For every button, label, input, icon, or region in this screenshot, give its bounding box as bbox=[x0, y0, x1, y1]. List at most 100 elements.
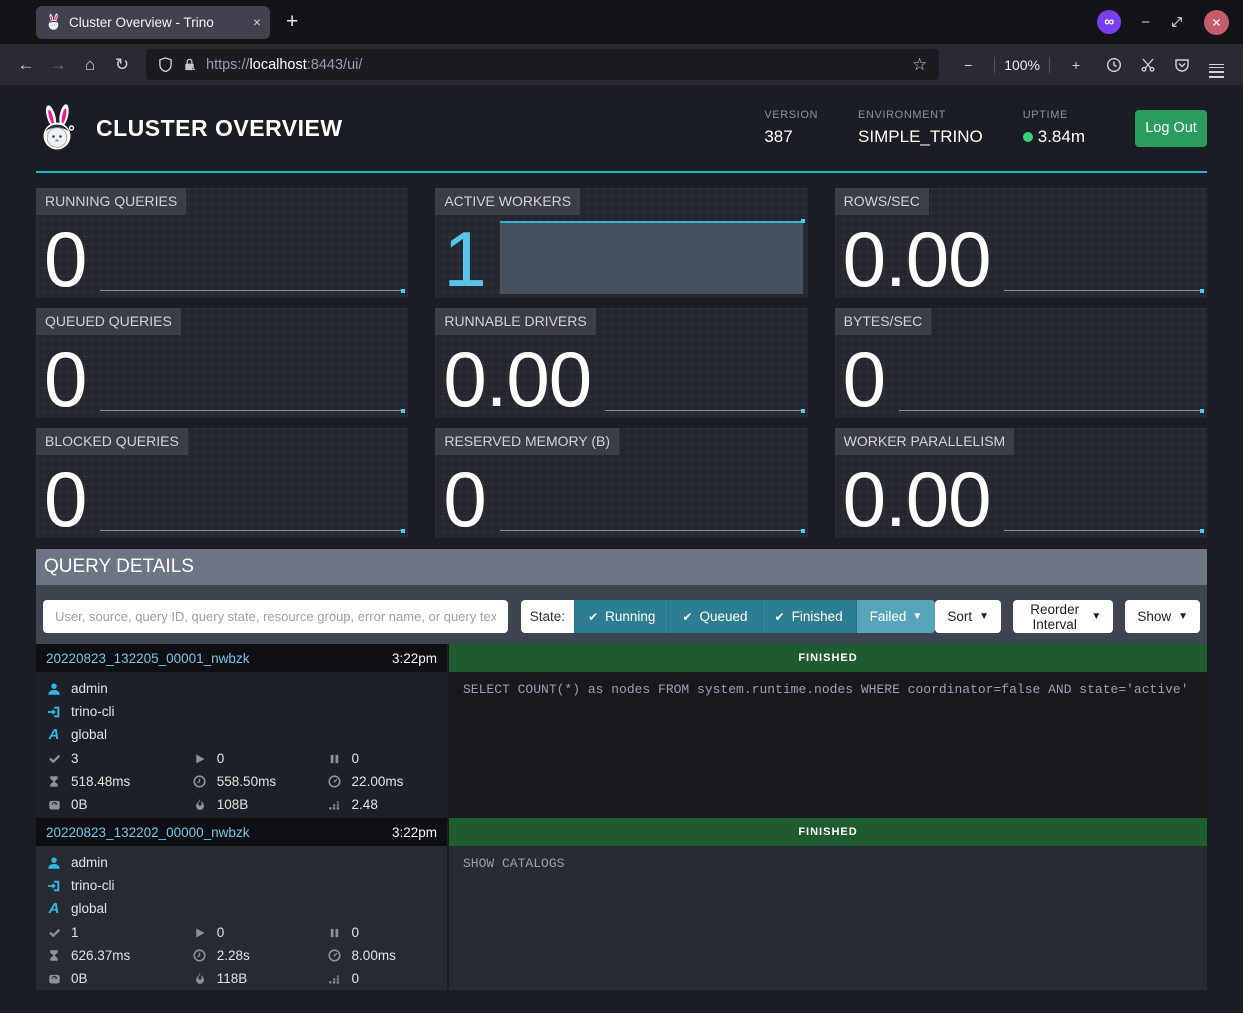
query-status-bar: FINISHED bbox=[449, 818, 1207, 846]
stat-value: 0 bbox=[44, 224, 86, 296]
stat-card-running-queries: RUNNING QUERIES 0 bbox=[36, 188, 408, 298]
reload-icon[interactable]: ↻ bbox=[106, 56, 138, 73]
parallelism-chart-icon bbox=[327, 799, 343, 811]
stat-card-active-workers: ACTIVE WORKERS 1 bbox=[435, 188, 807, 298]
page-title: CLUSTER OVERVIEW bbox=[96, 115, 343, 142]
sparkline bbox=[1004, 428, 1204, 536]
stat-value: 0.00 bbox=[843, 224, 991, 296]
environment-label: ENVIRONMENT bbox=[858, 109, 983, 121]
cumulative-memory: 118B bbox=[217, 971, 248, 986]
bookmark-star-icon[interactable]: ☆ bbox=[912, 55, 927, 75]
pocket-icon[interactable] bbox=[1165, 57, 1199, 73]
trino-logo bbox=[36, 103, 78, 153]
url-text: https://localhost:8443/ui/ bbox=[206, 57, 362, 73]
current-memory: 0B bbox=[71, 797, 88, 812]
window-close-button[interactable] bbox=[1204, 10, 1229, 35]
history-clock-icon[interactable] bbox=[1097, 57, 1131, 73]
query-resource-group: global bbox=[71, 727, 107, 742]
cluster-header: CLUSTER OVERVIEW VERSION 387 ENVIRONMENT… bbox=[36, 85, 1207, 173]
menu-hamburger-icon[interactable] bbox=[1199, 61, 1233, 69]
user-icon bbox=[46, 682, 62, 696]
wall-time-hourglass-icon bbox=[46, 949, 62, 962]
user-icon bbox=[46, 856, 62, 870]
cumulative-memory: 108B bbox=[217, 797, 249, 812]
state-filter-finished[interactable]: ✔Finished bbox=[761, 600, 856, 633]
query-source: trino-cli bbox=[71, 878, 115, 893]
cpu-time: 558.50ms bbox=[217, 774, 276, 789]
uptime-value: 3.84m bbox=[1023, 127, 1085, 147]
current-memory: 0B bbox=[71, 971, 88, 986]
execution-time-gauge-icon bbox=[327, 775, 343, 788]
version-value: 387 bbox=[764, 127, 818, 147]
check-icon: ✔ bbox=[775, 610, 785, 624]
sparkline bbox=[899, 308, 1204, 416]
stat-label: ACTIVE WORKERS bbox=[435, 188, 580, 215]
stat-value: 0.00 bbox=[443, 344, 591, 416]
show-dropdown[interactable]: Show▼ bbox=[1125, 600, 1200, 633]
logout-button[interactable]: Log Out bbox=[1135, 110, 1207, 147]
cluster-stats-grid: RUNNING QUERIES 0 ACTIVE WORKERS 1 ROWS/… bbox=[36, 188, 1207, 538]
stat-card-worker-parallelism: WORKER PARALLELISM 0.00 bbox=[835, 428, 1207, 538]
query-id-link[interactable]: 20220823_132205_00001_nwbzk bbox=[46, 651, 249, 666]
cpu-time: 2.28s bbox=[217, 948, 250, 963]
screenshot-scissors-icon[interactable] bbox=[1131, 57, 1165, 73]
connection-lock-icon[interactable] bbox=[182, 57, 197, 72]
stat-value: 0 bbox=[44, 344, 86, 416]
zoom-level[interactable]: 100% bbox=[1004, 57, 1040, 73]
stat-card-runnable-drivers: RUNNABLE DRIVERS 0.00 bbox=[435, 308, 807, 418]
query-sql-text: SELECT COUNT(*) as nodes FROM system.run… bbox=[449, 672, 1207, 818]
query-user: admin bbox=[71, 855, 108, 870]
running-splits-play-icon bbox=[192, 927, 208, 939]
stat-card-rows-sec: ROWS/SEC 0.00 bbox=[835, 188, 1207, 298]
new-tab-button[interactable]: + bbox=[286, 10, 298, 34]
query-id-link[interactable]: 20220823_132202_00000_nwbzk bbox=[46, 825, 249, 840]
stat-label: RUNNING QUERIES bbox=[36, 188, 186, 215]
chevron-down-icon: ▼ bbox=[1091, 612, 1101, 622]
state-filter-queued[interactable]: ✔Queued bbox=[668, 600, 760, 633]
tab-close-icon[interactable]: × bbox=[253, 15, 261, 29]
query-row: admin trino-cli A global 1 0 0 626. bbox=[36, 846, 1207, 990]
query-search-input[interactable] bbox=[43, 600, 508, 633]
trino-page: CLUSTER OVERVIEW VERSION 387 ENVIRONMENT… bbox=[0, 85, 1243, 990]
state-filter-label: State: bbox=[521, 600, 574, 633]
completed-splits: 1 bbox=[71, 925, 79, 940]
queued-splits: 0 bbox=[352, 925, 360, 940]
zoom-out-icon[interactable]: − bbox=[951, 57, 985, 73]
query-status-bar: FINISHED bbox=[449, 644, 1207, 672]
wall-time-hourglass-icon bbox=[46, 775, 62, 788]
execution-time: 22.00ms bbox=[352, 774, 404, 789]
sort-dropdown[interactable]: Sort▼ bbox=[935, 600, 1001, 633]
sparkline bbox=[1004, 188, 1204, 296]
cumulative-memory-flame-icon bbox=[192, 972, 208, 985]
running-splits: 0 bbox=[217, 751, 225, 766]
forward-icon[interactable]: → bbox=[42, 56, 74, 73]
home-icon[interactable]: ⌂ bbox=[74, 56, 106, 73]
query-row: admin trino-cli A global 3 0 0 518. bbox=[36, 672, 1207, 818]
chevron-down-icon: ▼ bbox=[912, 612, 922, 622]
wall-time: 626.37ms bbox=[71, 948, 130, 963]
state-filter-running[interactable]: ✔Running bbox=[574, 600, 668, 633]
window-minimize-button[interactable]: − bbox=[1141, 14, 1150, 31]
window-restore-button[interactable] bbox=[1170, 15, 1184, 29]
query-user: admin bbox=[71, 681, 108, 696]
queued-splits-pause-icon bbox=[327, 927, 343, 939]
reorder-interval-dropdown[interactable]: Reorder Interval▼ bbox=[1013, 600, 1113, 633]
version-label: VERSION bbox=[764, 109, 818, 121]
running-splits-play-icon bbox=[192, 753, 208, 765]
query-row-header: 20220823_132205_00001_nwbzk 3:22pm FINIS… bbox=[36, 644, 1207, 672]
browser-tab[interactable]: Cluster Overview - Trino × bbox=[36, 6, 270, 39]
stat-card-queued-queries: QUEUED QUERIES 0 bbox=[36, 308, 408, 418]
sparkline bbox=[605, 308, 805, 416]
state-filter-failed-dropdown[interactable]: Failed▼ bbox=[856, 600, 936, 633]
parallelism: 2.48 bbox=[352, 797, 378, 812]
tracking-protection-shield-icon[interactable] bbox=[158, 57, 173, 72]
zoom-in-icon[interactable]: + bbox=[1059, 57, 1093, 73]
query-source: trino-cli bbox=[71, 704, 115, 719]
completed-splits: 3 bbox=[71, 751, 79, 766]
back-icon[interactable]: ← bbox=[10, 56, 42, 73]
query-row-header: 20220823_132202_00000_nwbzk 3:22pm FINIS… bbox=[36, 818, 1207, 846]
queued-splits-pause-icon bbox=[327, 753, 343, 765]
url-bar[interactable]: https://localhost:8443/ui/ ☆ bbox=[146, 49, 939, 80]
chevron-down-icon: ▼ bbox=[979, 612, 989, 622]
wall-time: 518.48ms bbox=[71, 774, 130, 789]
